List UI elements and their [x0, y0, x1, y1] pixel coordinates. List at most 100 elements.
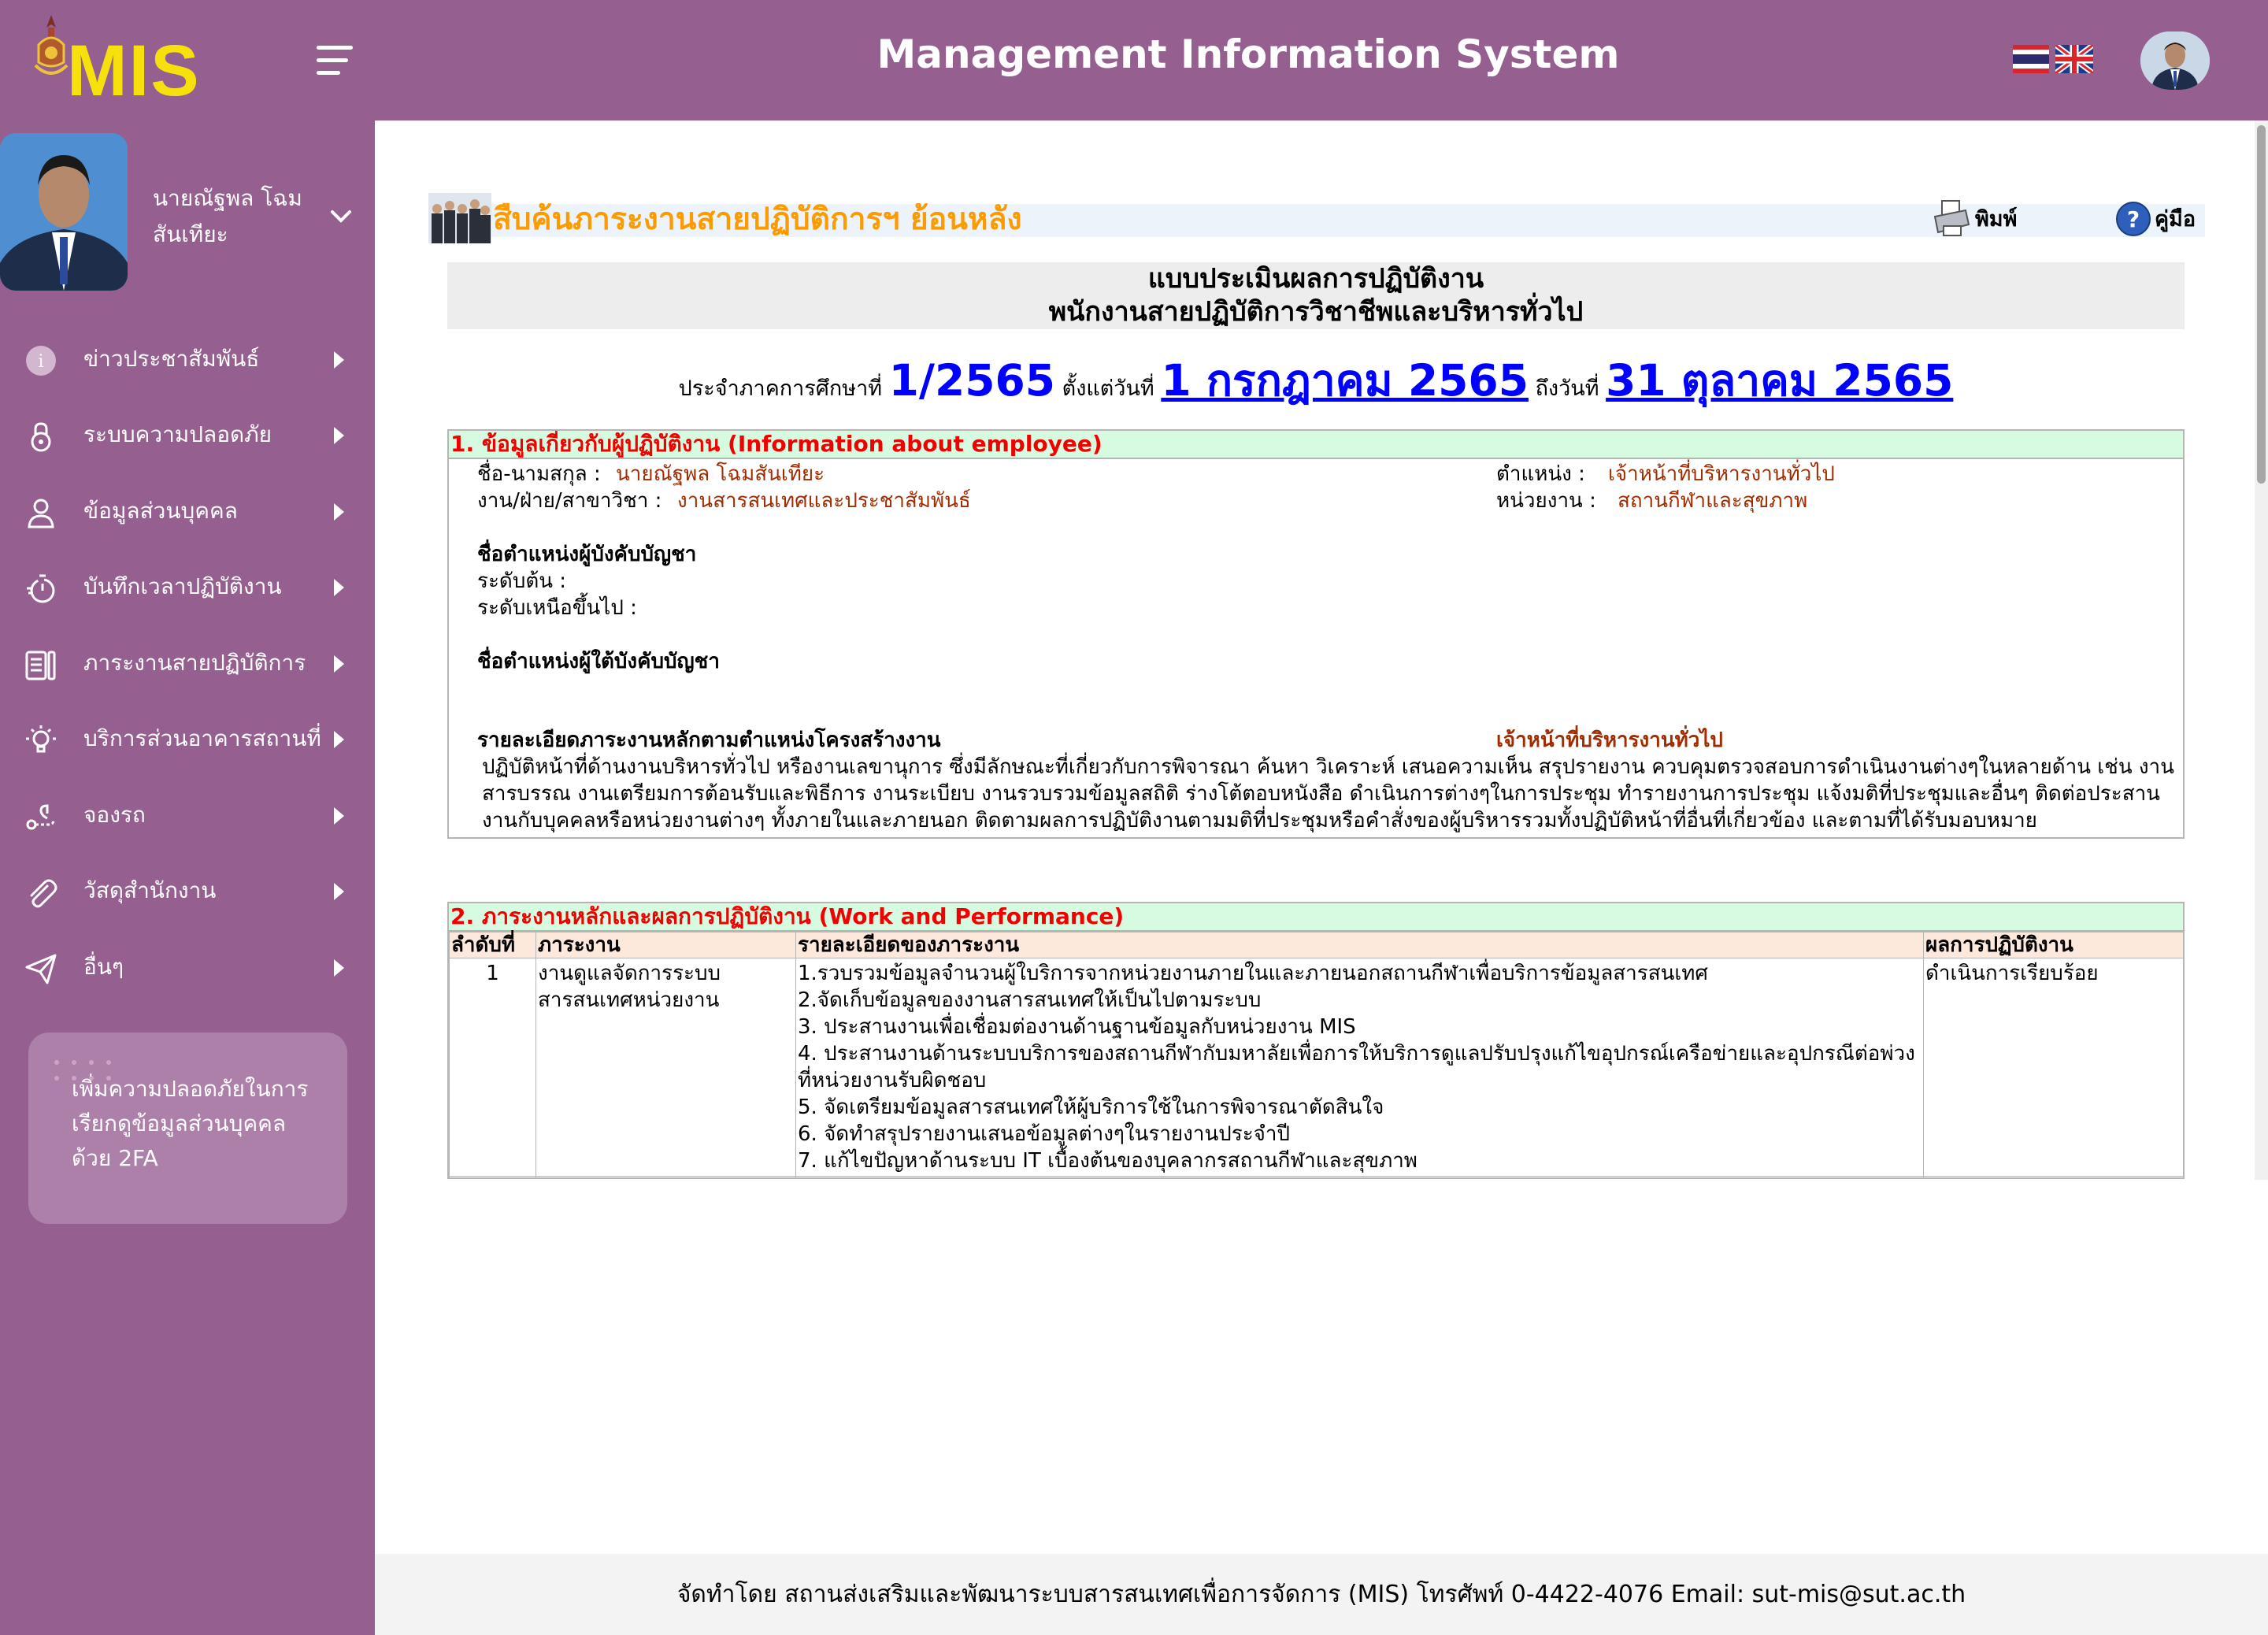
- subordinate-heading: ชื่อตำแหน่งผู้ใต้บังคับบัญชา: [477, 650, 720, 673]
- sidebar-item-label: จองรถ: [83, 802, 146, 828]
- period-prefix: ประจำภาคการศึกษาที่: [678, 376, 883, 401]
- profile-photo: [0, 133, 128, 291]
- print-button[interactable]: พิมพ์: [1933, 198, 2043, 240]
- report-header: สืบค้นภาระงานสายปฏิบัติการฯ ย้อนหลัง พิม…: [428, 193, 2205, 243]
- profile-name: นายณัฐพล โฉมสันเทียะ: [153, 185, 302, 247]
- row-result: ดำเนินการเรียบร้อย: [1923, 958, 2183, 1177]
- chevron-right-icon: [334, 807, 344, 825]
- sidebar-item-label: ข่าวประชาสัมพันธ์: [83, 346, 260, 372]
- report-title: สืบค้นภาระงานสายปฏิบัติการฯ ย้อนหลัง: [493, 202, 1022, 237]
- duty-heading: รายละเอียดภาระงานหลักตามตำแหน่งโครงสร้าง…: [477, 729, 941, 752]
- send-icon: [25, 954, 57, 984]
- sidebar-item-security[interactable]: ระบบความปลอดภัย: [0, 397, 375, 473]
- row-number: 1: [449, 958, 536, 1177]
- printer-icon: [1933, 200, 1970, 236]
- sidebar-item-time-record[interactable]: บันทึกเวลาปฏิบัติงาน: [0, 549, 375, 625]
- sidebar-item-label: อื่นๆ: [83, 954, 124, 980]
- sidebar-item-label: ข้อมูลส่วนบุคคล: [83, 498, 238, 524]
- chevron-right-icon: [334, 351, 344, 369]
- lock-icon: [31, 422, 51, 452]
- to-label: ถึงวันที่: [1535, 376, 1599, 401]
- chevron-down-icon[interactable]: [329, 207, 353, 226]
- sidebar-item-workload[interactable]: ภาระงานสายปฏิบัติการ: [0, 625, 375, 701]
- unit-label: งาน/ฝ่าย/สาขาวิชา :: [477, 489, 662, 513]
- profile-card[interactable]: นายณัฐพล โฉมสันเทียะ: [0, 133, 375, 291]
- sidebar-item-building-service[interactable]: บริการส่วนอาคารสถานที่: [0, 701, 375, 777]
- sidebar-item-news[interactable]: i ข่าวประชาสัมพันธ์: [0, 321, 375, 397]
- section-1-heading: 1. ข้อมูลเกี่ยวกับผู้ปฏิบัติงาน (Informa…: [449, 431, 2183, 459]
- row-task: งานดูแลจัดการระบบสารสนเทศหน่วยงาน: [536, 958, 796, 1177]
- footer: จัดทำโดย สถานส่งเสริมและพัฒนาระบบสารสนเท…: [375, 1554, 2268, 1635]
- stopwatch-icon: [27, 574, 55, 603]
- position-label: ตำแหน่ง :: [1496, 462, 1585, 486]
- sidebar-item-label: บันทึกเวลาปฏิบัติงาน: [83, 573, 282, 599]
- form-title-line-1: แบบประเมินผลการปฏิบัติงาน: [1147, 263, 1484, 295]
- user-avatar[interactable]: [2140, 32, 2210, 90]
- staff-group-icon: [428, 193, 491, 243]
- manual-label: คู่มือ: [2155, 207, 2196, 232]
- info-icon: i: [26, 346, 56, 376]
- to-date-link[interactable]: 31 ตุลาคม 2565: [1606, 355, 1953, 406]
- scrollbar-thumb[interactable]: [2257, 125, 2266, 484]
- form-title: แบบประเมินผลการปฏิบัติงาน พนักงานสายปฏิบ…: [447, 262, 2185, 329]
- row-details: 1.รวบรวมข้อมูลจำนวนผู้ใบริการจากหน่วยงาน…: [795, 958, 1924, 1177]
- chevron-right-icon: [334, 503, 344, 521]
- semester-value: 1/2565: [888, 355, 1056, 406]
- twofa-promo-card[interactable]: เพิ่มความปลอดภัยในการเรียกดูข้อมูลส่วนบุ…: [28, 1033, 347, 1224]
- form-title-line-2: พนักงานสายปฏิบัติการวิชาชีพและบริหารทั่ว…: [1048, 296, 1584, 328]
- sidebar-item-label: วัสดุสำนักงาน: [83, 877, 217, 903]
- sidebar-item-label: ระบบความปลอดภัย: [83, 421, 272, 447]
- duty-description: ปฏิบัติหน้าที่ด้านงานบริหารทั่วไป หรืองา…: [482, 755, 2174, 832]
- top-bar: MIS Management Information System: [0, 0, 2268, 120]
- work-performance-section: 2. ภาระงานหลักและผลการปฏิบัติงาน (Work a…: [447, 902, 2185, 1179]
- level2-label: ระดับเหนือขึ้นไป :: [477, 596, 637, 620]
- logo-text: MIS: [67, 31, 201, 111]
- duty-position: เจ้าหน้าที่บริหารงานทั่วไป: [1496, 729, 1723, 752]
- position-value: เจ้าหน้าที่บริหารงานทั่วไป: [1608, 462, 1835, 486]
- sidebar-item-office-supplies[interactable]: วัสดุสำนักงาน: [0, 853, 375, 929]
- chevron-right-icon: [334, 579, 344, 596]
- chevron-right-icon: [334, 655, 344, 673]
- column-header: รายละเอียดของภาระงาน: [795, 932, 1924, 958]
- sidebar: นายณัฐพล โฉมสันเทียะ i ข่าวประชาสัมพันธ์…: [0, 120, 375, 1635]
- level1-label: ระดับต้น :: [477, 569, 567, 593]
- work-table: ลำดับที่ ภาระงาน รายละเอียดของภาระงาน ผล…: [449, 932, 2183, 1177]
- print-label: พิมพ์: [1975, 207, 2018, 232]
- dept-value: สถานกีฬาและสุขภาพ: [1618, 489, 1808, 513]
- menu-toggle-icon[interactable]: [317, 46, 354, 77]
- chevron-right-icon: [334, 731, 344, 748]
- table-row: [449, 1176, 2183, 1177]
- chevron-right-icon: [334, 883, 344, 900]
- sidebar-item-personal-info[interactable]: ข้อมูลส่วนบุคคล: [0, 473, 375, 549]
- paperclip-icon: [30, 879, 57, 908]
- unit-value: งานสารสนเทศและประชาสัมพันธ์: [677, 489, 971, 513]
- from-date-link[interactable]: 1 กรกฎาคม 2565: [1161, 355, 1529, 406]
- sidebar-item-others[interactable]: อื่นๆ: [0, 929, 375, 1005]
- sidebar-item-car-booking[interactable]: จองรถ: [0, 777, 375, 853]
- table-header-row: ลำดับที่ ภาระงาน รายละเอียดของภาระงาน ผล…: [449, 932, 2183, 958]
- period-line: ประจำภาคการศึกษาที่ 1/2565 ตั้งแต่วันที่…: [447, 357, 2185, 413]
- from-label: ตั้งแต่วันที่: [1062, 376, 1154, 401]
- section-2-heading: 2. ภาระงานหลักและผลการปฏิบัติงาน (Work a…: [449, 903, 2183, 932]
- table-row: 1 งานดูแลจัดการระบบสารสนเทศหน่วยงาน 1.รว…: [449, 958, 2183, 1177]
- footer-text: จัดทำโดย สถานส่งเสริมและพัฒนาระบบสารสนเท…: [676, 1581, 1966, 1608]
- chevron-right-icon: [334, 959, 344, 977]
- thai-flag-icon[interactable]: [2013, 45, 2049, 73]
- manual-button[interactable]: ? คู่มือ: [2115, 198, 2210, 240]
- chevron-right-icon: [334, 427, 344, 444]
- clipboard-icon: [25, 651, 56, 680]
- mis-logo[interactable]: MIS: [24, 9, 205, 112]
- supervisor-heading: ชื่อตำแหน่งผู้บังคับบัญชา: [477, 543, 697, 566]
- help-icon: ?: [2116, 202, 2151, 236]
- name-value: นายณัฐพล โฉมสันเทียะ: [616, 462, 825, 486]
- lightbulb-icon: [26, 725, 56, 753]
- user-icon: [28, 499, 54, 528]
- route-icon: [26, 804, 55, 830]
- sidebar-item-label: บริการส่วนอาคารสถานที่: [83, 725, 321, 751]
- sidebar-item-label: ภาระงานสายปฏิบัติการ: [83, 650, 306, 676]
- dept-label: หน่วยงาน :: [1496, 489, 1596, 513]
- uk-flag-icon[interactable]: [2055, 45, 2093, 73]
- twofa-text: เพิ่มความปลอดภัยในการเรียกดูข้อมูลส่วนบุ…: [72, 1076, 309, 1171]
- main-content: สืบค้นภาระงานสายปฏิบัติการฯ ย้อนหลัง พิม…: [375, 120, 2255, 1554]
- content-scrollbar[interactable]: [2255, 120, 2268, 1180]
